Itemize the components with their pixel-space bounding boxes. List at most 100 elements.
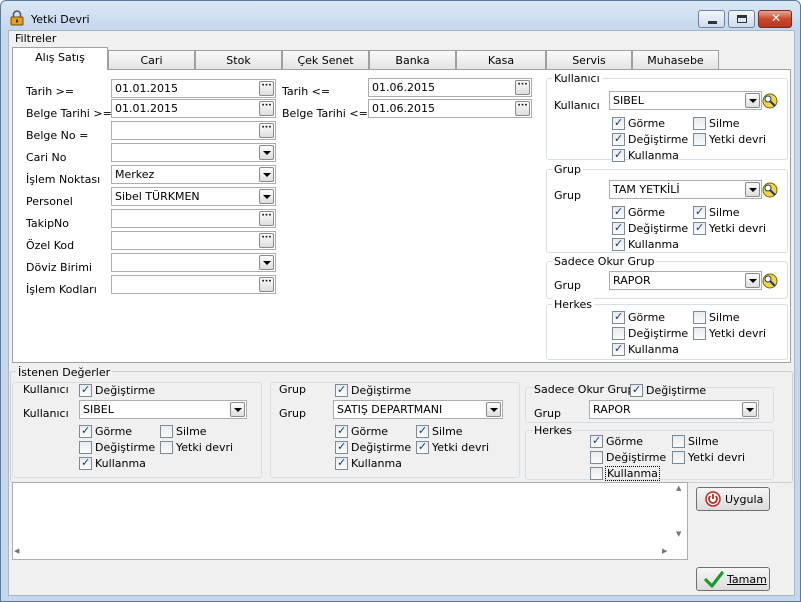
istenen-kullanici-gorme-checkbox[interactable]: ✓ [79, 424, 92, 438]
istenen-grup-degistirme-checkbox[interactable]: ✓ [335, 440, 348, 454]
filter-kullanici-degistirme-checkbox[interactable]: ✓ [612, 132, 625, 146]
personel-field[interactable]: Sibel TÜRKMEN [111, 187, 276, 206]
tab-alis-satis[interactable]: Alış Satış [12, 47, 108, 70]
istenen-herkes-silme-label: Silme [688, 435, 719, 448]
istenen-grup-change-checkbox[interactable]: ✓ [335, 383, 348, 397]
filter-grup-value: TAM YETKİLİ [613, 183, 680, 196]
belge-tarihi-from-field[interactable]: 01.01.2015 ··· [111, 99, 276, 118]
istenen-grup-kullanma-checkbox[interactable]: ✓ [335, 456, 348, 470]
filter-grup-select[interactable]: TAM YETKİLİ [609, 180, 762, 199]
chevron-down-icon[interactable] [259, 145, 274, 160]
filter-grup-kullanma-checkbox[interactable]: ✓ [612, 237, 625, 251]
istenen-herkes-gorme-checkbox[interactable]: ✓ [590, 434, 603, 448]
islem-kodlari-field[interactable]: ··· [111, 275, 276, 294]
chevron-down-icon[interactable] [259, 167, 274, 182]
istenen-grup-gorme-checkbox[interactable]: ✓ [335, 424, 348, 438]
ellipsis-icon[interactable]: ··· [259, 81, 274, 96]
chevron-down-icon[interactable] [259, 189, 274, 204]
ellipsis-icon[interactable]: ··· [515, 80, 530, 95]
ellipsis-icon[interactable]: ··· [259, 277, 274, 292]
filter-kullanici-kullanma-checkbox[interactable]: ✓ [612, 148, 625, 162]
chevron-down-icon[interactable] [259, 255, 274, 270]
group-lookup-icon[interactable] [761, 92, 778, 109]
group-lookup-icon[interactable] [761, 272, 778, 289]
tarih-to-field[interactable]: 01.06.2015 ··· [368, 78, 532, 97]
ellipsis-icon[interactable]: ··· [259, 101, 274, 116]
log-memo[interactable]: ▲ ▼ ◀ ▶ [12, 482, 688, 560]
cari-no-field[interactable] [111, 143, 276, 162]
istenen-grup-gorme-label: Görme [351, 425, 389, 438]
checkmark-icon [704, 571, 724, 588]
ellipsis-icon[interactable]: ··· [515, 101, 530, 116]
chevron-down-icon[interactable] [745, 182, 760, 197]
istenen-sadece-okur-change-checkbox[interactable]: ✓ [630, 383, 643, 397]
filter-grup-gorme-checkbox[interactable]: ✓ [612, 205, 625, 219]
chevron-down-icon[interactable] [230, 402, 245, 417]
filter-herkes-silme-checkbox[interactable] [693, 311, 706, 324]
doviz-birimi-field[interactable] [111, 253, 276, 272]
ellipsis-icon[interactable]: ··· [259, 123, 274, 138]
istenen-kullanici-silme-checkbox[interactable] [160, 425, 173, 438]
chevron-down-icon[interactable] [745, 93, 760, 108]
istenen-grup-silme-checkbox[interactable]: ✓ [416, 424, 429, 438]
istenen-kullanici-kullanma-checkbox[interactable]: ✓ [79, 456, 92, 470]
filter-grup-silme-checkbox[interactable]: ✓ [693, 205, 706, 219]
scroll-right-icon[interactable]: ▶ [662, 547, 667, 555]
istenen-grup-select[interactable]: SATIŞ DEPARTMANI [333, 400, 503, 419]
takip-no-field[interactable]: ··· [111, 209, 276, 228]
istenen-kullanici-degistirme-checkbox[interactable] [79, 441, 92, 454]
filter-herkes-kullanma-checkbox[interactable]: ✓ [612, 342, 625, 356]
scroll-left-icon[interactable]: ◀ [14, 547, 19, 555]
apply-button[interactable]: Uygula [696, 487, 770, 511]
filter-kullanici-gorme-checkbox[interactable]: ✓ [612, 116, 625, 130]
filter-herkes-yetki-devri-checkbox[interactable] [693, 327, 706, 340]
istenen-herkes-silme-checkbox[interactable] [672, 435, 685, 448]
vertical-scrollbar[interactable]: ▲ ▼ [673, 483, 687, 545]
maximize-button[interactable] [728, 10, 755, 28]
title-bar[interactable]: Yetki Devri ✕ [1, 1, 800, 31]
filter-kullanici-yetki-devri-checkbox[interactable] [693, 133, 706, 146]
tab-kasa[interactable]: Kasa [456, 50, 546, 69]
chevron-down-icon[interactable] [486, 402, 501, 417]
maximize-icon [737, 15, 747, 23]
belge-tarihi-to-field[interactable]: 01.06.2015 ··· [368, 99, 532, 118]
istenen-herkes-yetki-devri-checkbox[interactable] [672, 451, 685, 464]
tab-banka[interactable]: Banka [369, 50, 456, 69]
ok-button[interactable]: Tamam [696, 567, 770, 591]
istenen-kullanici-yetki-devri-checkbox[interactable] [160, 441, 173, 454]
chevron-down-icon[interactable] [742, 402, 757, 417]
istenen-herkes-kullanma-checkbox[interactable] [590, 467, 603, 480]
tarih-from-field[interactable]: 01.01.2015 ··· [111, 79, 276, 98]
filter-kullanici-select[interactable]: SIBEL [609, 91, 762, 110]
ellipsis-icon[interactable]: ··· [259, 211, 274, 226]
scroll-up-icon[interactable]: ▲ [676, 484, 681, 492]
tab-stok[interactable]: Stok [195, 50, 282, 69]
close-button[interactable]: ✕ [758, 10, 792, 28]
filter-herkes-degistirme-checkbox[interactable] [612, 327, 625, 340]
tab-cek-senet[interactable]: Çek Senet [282, 50, 369, 69]
belge-no-field[interactable]: ··· [111, 121, 276, 140]
filter-grup-degistirme-checkbox[interactable]: ✓ [612, 221, 625, 235]
istenen-kullanici-select[interactable]: SIBEL [79, 400, 247, 419]
group-lookup-icon[interactable] [761, 181, 778, 198]
ellipsis-icon[interactable]: ··· [259, 233, 274, 248]
chevron-down-icon[interactable] [745, 273, 760, 288]
tab-muhasebe[interactable]: Muhasebe [632, 50, 719, 69]
istenen-kullanici-change-checkbox[interactable]: ✓ [79, 383, 92, 397]
minimize-button[interactable] [698, 10, 725, 28]
istenen-sadece-okur-select[interactable]: RAPOR [589, 400, 759, 419]
islem-noktasi-field[interactable]: Merkez [111, 165, 276, 184]
filter-kullanici-degistirme-label: Değiştirme [628, 133, 689, 146]
filter-kullanici-silme-checkbox[interactable] [693, 117, 706, 130]
tab-cari[interactable]: Cari [108, 50, 195, 69]
ozel-kod-field[interactable]: ··· [111, 231, 276, 250]
filter-herkes-gorme-checkbox[interactable]: ✓ [612, 310, 625, 324]
tab-servis[interactable]: Servis [546, 50, 632, 69]
istenen-herkes-degistirme-checkbox[interactable] [590, 451, 603, 464]
horizontal-scrollbar[interactable]: ◀ ▶ [13, 545, 675, 559]
filter-grup-yetki-devri-checkbox[interactable]: ✓ [693, 221, 706, 235]
scroll-down-icon[interactable]: ▼ [676, 530, 681, 538]
filter-sadece-okur-select[interactable]: RAPOR [609, 271, 762, 290]
personel-label: Personel [26, 195, 73, 208]
istenen-grup-yetki-devri-checkbox[interactable]: ✓ [416, 440, 429, 454]
